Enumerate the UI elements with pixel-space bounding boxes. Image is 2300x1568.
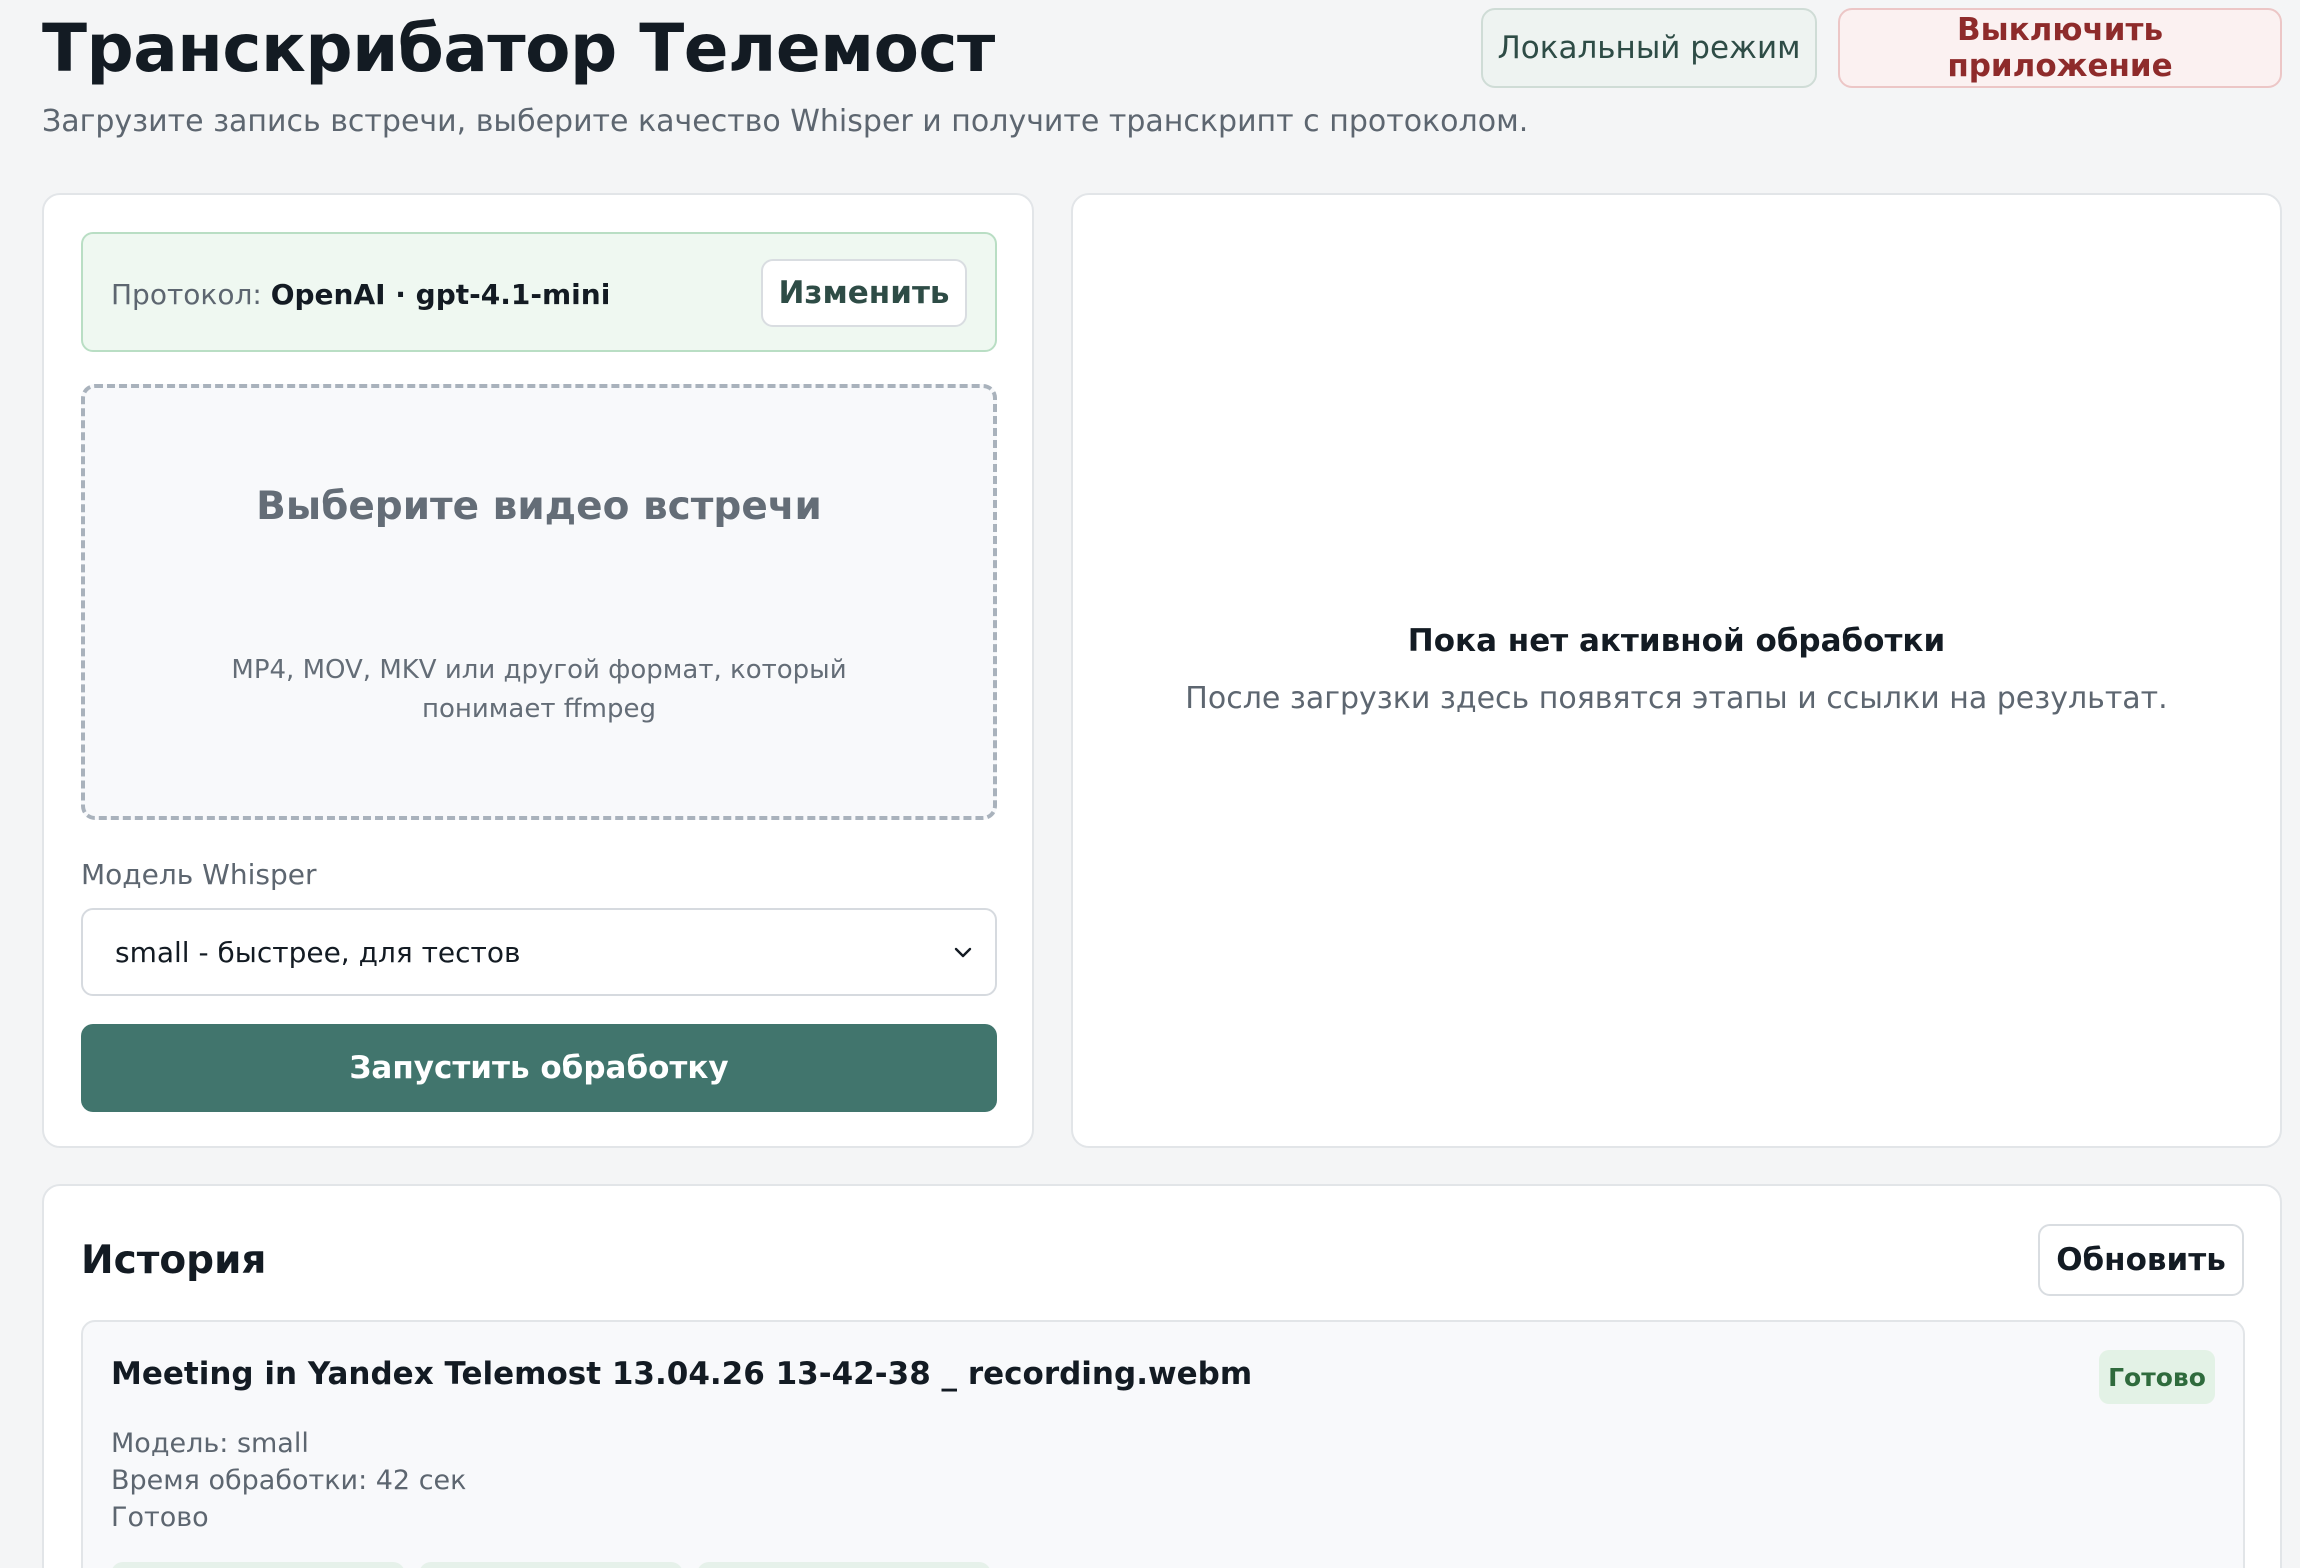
history-item-model: Модель: small <box>111 1428 309 1459</box>
protocol-label: Протокол: <box>111 278 271 311</box>
history-item[interactable]: Meeting in Yandex Telemost 13.04.26 13-4… <box>81 1320 2245 1568</box>
status-badge: Готово <box>2099 1350 2215 1404</box>
whisper-model-label: Модель Whisper <box>81 858 317 891</box>
history-item-state: Готово <box>111 1502 209 1533</box>
local-mode-button[interactable]: Локальный режим <box>1481 8 1817 88</box>
app-page: Транскрибатор Телемост Загрузите запись … <box>0 0 2300 1568</box>
empty-status-title: Пока нет активной обработки <box>1407 623 1946 659</box>
protocol-settings-box: Протокол: OpenAI · gpt-4.1-mini Изменить <box>81 232 997 352</box>
result-link-chip[interactable] <box>697 1562 991 1568</box>
result-link-chip[interactable] <box>111 1562 405 1568</box>
protocol-value: OpenAI · gpt-4.1-mini <box>270 278 611 311</box>
status-card: Пока нет активной обработки После загруз… <box>1071 193 2282 1148</box>
chevron-down-icon <box>954 947 972 958</box>
history-item-title: Meeting in Yandex Telemost 13.04.26 13-4… <box>111 1356 1253 1392</box>
refresh-button[interactable]: Обновить <box>2038 1224 2244 1296</box>
protocol-text: Протокол: OpenAI · gpt-4.1-mini <box>111 278 610 311</box>
quit-app-button[interactable]: Выключить приложение <box>1838 8 2282 88</box>
change-protocol-button[interactable]: Изменить <box>761 259 967 327</box>
result-link-chip[interactable] <box>419 1562 683 1568</box>
history-title: История <box>81 1238 267 1283</box>
start-processing-button[interactable]: Запустить обработку <box>81 1024 997 1112</box>
history-card: История Обновить Meeting in Yandex Telem… <box>42 1184 2282 1568</box>
history-item-duration: Время обработки: 42 сек <box>111 1465 467 1496</box>
empty-status-text: После загрузки здесь появятся этапы и сс… <box>1185 681 2168 716</box>
dropzone-title: Выберите видео встречи <box>256 484 822 529</box>
whisper-model-select[interactable]: small - быстрее, для тестов <box>81 908 997 996</box>
whisper-model-selected: small - быстрее, для тестов <box>115 936 521 969</box>
page-subtitle: Загрузите запись встречи, выберите качес… <box>42 104 1529 139</box>
page-title: Транскрибатор Телемост <box>42 10 995 87</box>
video-dropzone[interactable]: Выберите видео встречи MP4, MOV, MKV или… <box>81 384 997 820</box>
upload-card: Протокол: OpenAI · gpt-4.1-mini Изменить… <box>42 193 1034 1148</box>
dropzone-hint: MP4, MOV, MKV или другой формат, который… <box>231 655 847 724</box>
